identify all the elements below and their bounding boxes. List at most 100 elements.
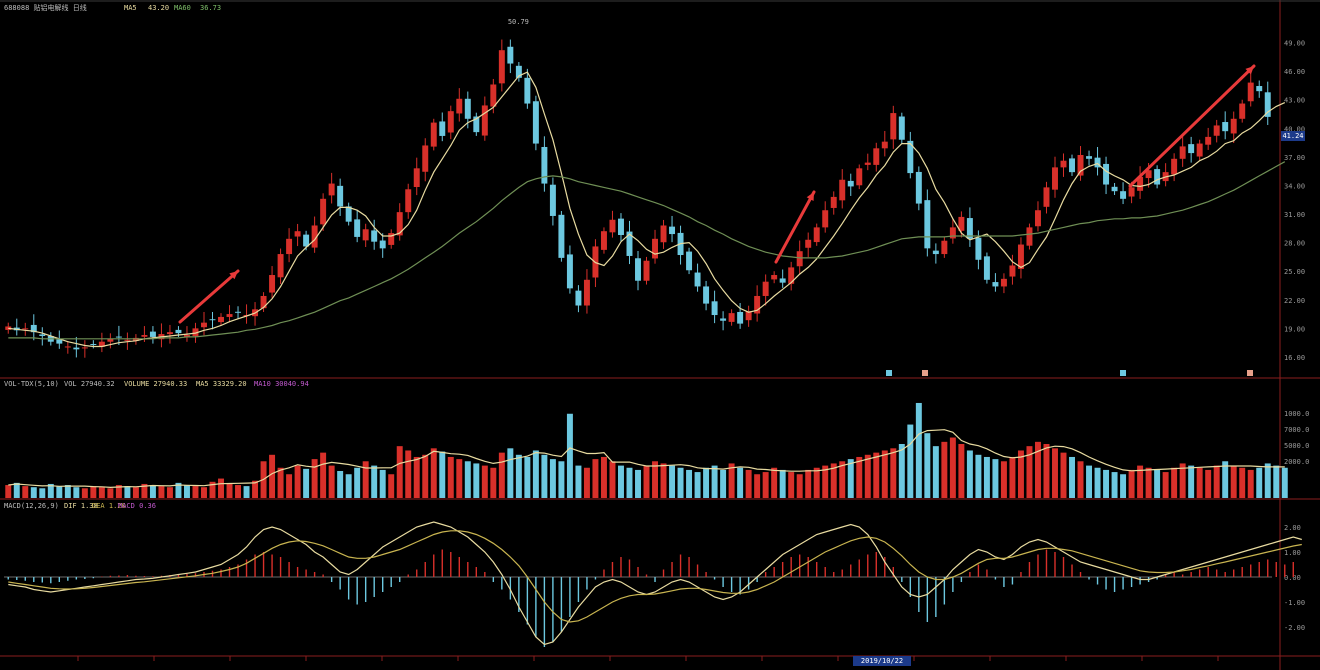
candle-body [218, 316, 224, 323]
candle-body [294, 231, 301, 237]
candle-body [405, 189, 412, 213]
volume-bar [532, 450, 539, 498]
volume-bar [388, 474, 395, 498]
stock-chart-window: 49.00 46.00 43.00 40.00 37.00 34.00 31.00 28.00… [0, 0, 1320, 670]
candle-body [1171, 158, 1178, 175]
volume-bar [430, 448, 437, 498]
volume-bar [56, 486, 63, 498]
volume-bar [635, 469, 641, 498]
volume-bar [218, 478, 224, 498]
candle-body [481, 105, 488, 136]
volume-bar [39, 488, 46, 498]
volume-bar [890, 448, 897, 498]
candle-body [1103, 163, 1110, 185]
volume-bar [1230, 465, 1237, 498]
candle-body [1069, 158, 1075, 173]
volume-bar [1009, 456, 1016, 498]
candle-body [830, 196, 837, 208]
volume-bar [549, 459, 556, 498]
volume-bar [132, 487, 139, 498]
volume-bar [805, 469, 812, 498]
volume-bar [81, 488, 88, 498]
candle-body [813, 227, 820, 243]
volume-bar [669, 465, 676, 498]
candle-body [583, 279, 590, 306]
candle-body [22, 328, 29, 330]
peak-price-label: 50.79 [508, 18, 529, 26]
security-title: 688088 贴铝电解线 日线 [4, 4, 87, 12]
candle-body [686, 251, 693, 271]
candle-body [575, 290, 582, 306]
volume-bar [898, 444, 905, 498]
candle-body [447, 111, 454, 133]
volume-bar [5, 485, 12, 498]
candle-body [566, 254, 573, 289]
volume-bar [447, 456, 454, 498]
volume-bar [286, 474, 293, 498]
volume-axis-tick: 7000.0 [1284, 426, 1309, 434]
candle-body [1213, 125, 1220, 136]
candle-body [703, 286, 710, 304]
volume-bar [201, 487, 207, 498]
candle-body [277, 254, 284, 278]
candle-body [600, 231, 607, 250]
volume-bar [515, 454, 522, 498]
candle-body [226, 314, 233, 317]
candle-body [1034, 210, 1041, 227]
volume-bar [745, 469, 752, 498]
candle-body [1009, 265, 1016, 277]
volume-bar [422, 454, 429, 498]
candle-body [235, 311, 242, 313]
volume-bar [558, 461, 565, 498]
volume-bar [703, 467, 710, 498]
candle-body [1179, 146, 1186, 159]
candle-body [141, 335, 148, 337]
volume-bar [371, 465, 378, 498]
volume-bar [907, 424, 914, 498]
ma-value: 43.20 [148, 4, 170, 12]
macd-dea-line [8, 530, 1302, 623]
candle-body [115, 336, 122, 338]
volume-axis-tick: 1000.0 [1284, 410, 1309, 418]
price-axis-tick: 46.00 [1284, 68, 1305, 76]
candle-body [1017, 244, 1024, 269]
candle-body [796, 251, 803, 267]
volume-bar [98, 487, 105, 498]
candle-body [839, 179, 846, 201]
volume-bar [226, 483, 233, 498]
volume-bar [1162, 472, 1169, 498]
candle-body [345, 206, 352, 222]
volume-bar [1103, 469, 1110, 498]
volume-ma5: MA5 33329.20 [196, 380, 247, 388]
current-price-tag: 41.24 [1281, 131, 1305, 141]
volume-bar [720, 469, 727, 498]
candle-body [762, 281, 769, 296]
candle-body [1060, 160, 1067, 168]
volume-bar [924, 433, 931, 498]
candle-body [771, 275, 778, 280]
volume-bar [1171, 467, 1178, 498]
candle-body [422, 145, 429, 172]
candle-body [413, 168, 420, 187]
volume-bar [1000, 461, 1007, 498]
price-axis-tick: 34.00 [1284, 182, 1305, 190]
volume-bar [456, 459, 463, 498]
volume-axis-tick: 2000.0 [1284, 458, 1309, 466]
candle-body [396, 212, 403, 236]
macd-axis-tick: 1.00 [1284, 549, 1301, 557]
candle-body [1256, 86, 1263, 92]
candle-body [1247, 82, 1254, 102]
candle-body [864, 162, 871, 165]
volume-ma10: MA10 30040.94 [254, 380, 309, 388]
candle-body [362, 229, 369, 241]
volume-bar [1094, 467, 1101, 498]
macd-value: MACD 0.36 [118, 502, 156, 510]
volume-bar [243, 486, 250, 498]
volume-bar [1043, 444, 1050, 498]
volume-bar [22, 486, 29, 498]
volume-bar [1273, 465, 1280, 498]
volume-bar [686, 469, 693, 498]
candle-body [379, 240, 386, 249]
candle-body [1264, 92, 1271, 117]
candle-body [558, 214, 565, 258]
